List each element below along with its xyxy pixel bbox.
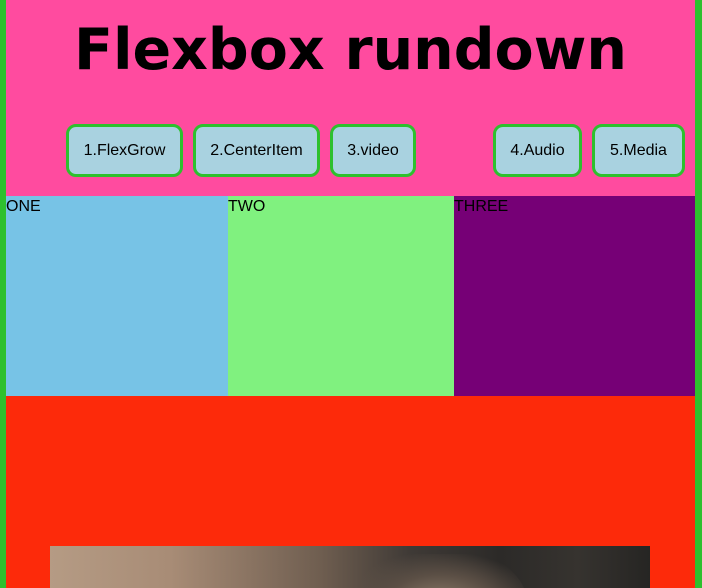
box-three-label: THREE bbox=[454, 198, 509, 215]
flex-boxes-row: ONE TWO THREE bbox=[6, 196, 695, 396]
image-content bbox=[350, 554, 530, 588]
page-title: Flexbox rundown bbox=[74, 17, 627, 83]
centeritem-button[interactable]: 2.CenterItem bbox=[193, 124, 320, 177]
page: Flexbox rundown 1.FlexGrow 2.CenterItem … bbox=[6, 0, 695, 588]
media-image bbox=[50, 546, 650, 588]
media-section bbox=[6, 396, 695, 588]
video-button[interactable]: 3.video bbox=[330, 124, 416, 177]
box-one: ONE bbox=[6, 196, 228, 396]
audio-button[interactable]: 4.Audio bbox=[493, 124, 582, 177]
box-two-label: TWO bbox=[228, 198, 266, 215]
box-three: THREE bbox=[454, 196, 695, 396]
media-button[interactable]: 5.Media bbox=[592, 124, 685, 177]
flexgrow-button[interactable]: 1.FlexGrow bbox=[66, 124, 183, 177]
header: Flexbox rundown 1.FlexGrow 2.CenterItem … bbox=[6, 0, 695, 196]
box-one-label: ONE bbox=[6, 198, 41, 215]
box-two: TWO bbox=[228, 196, 454, 396]
